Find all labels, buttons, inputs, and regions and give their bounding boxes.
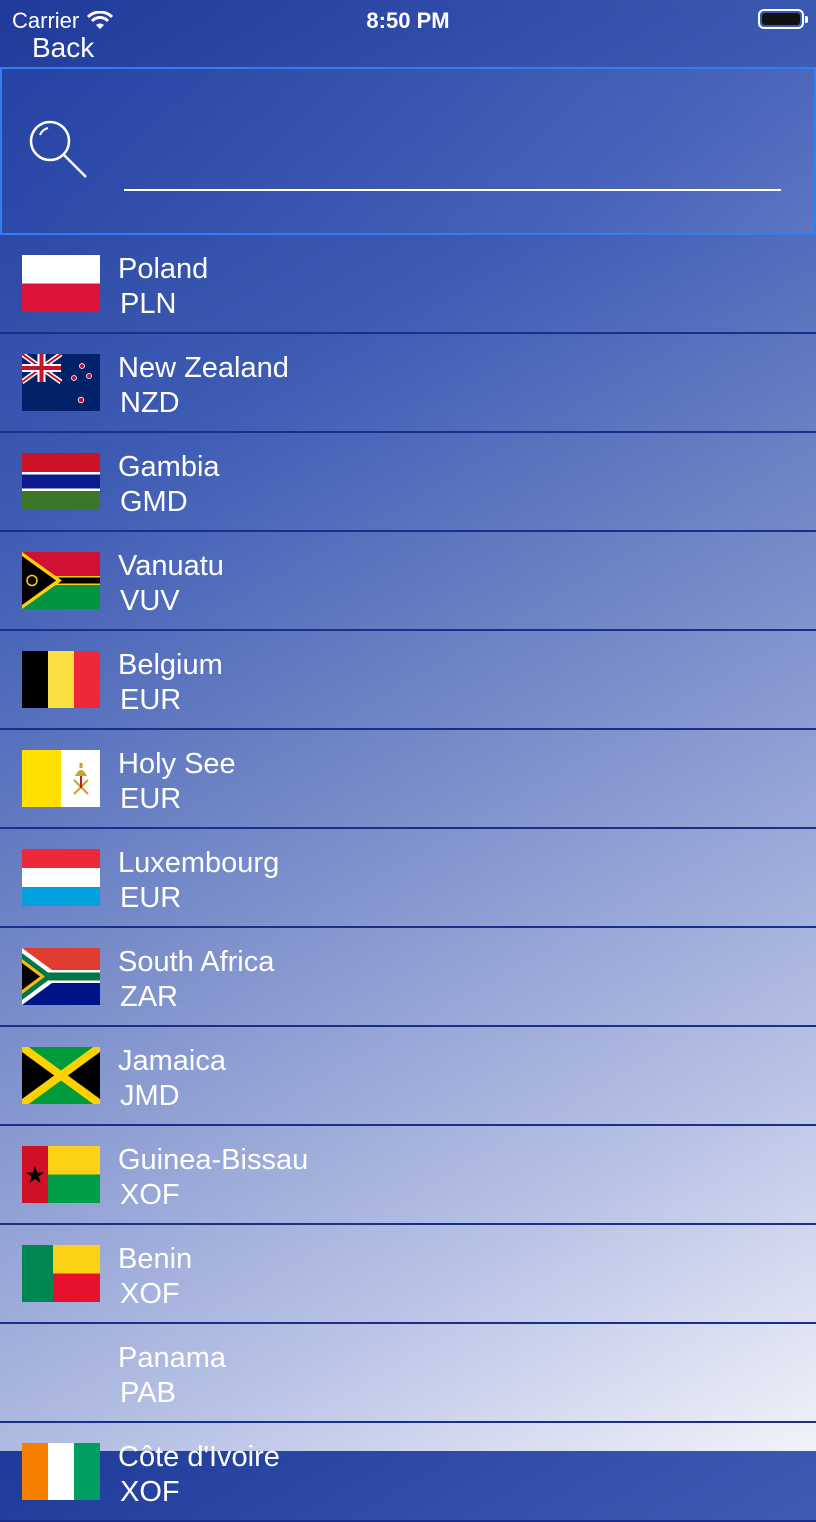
country-name: Holy See: [118, 748, 236, 780]
south-africa-flag-icon: [22, 948, 100, 1005]
list-item[interactable]: Holy See EUR: [0, 730, 816, 829]
list-item[interactable]: Benin XOF: [0, 1225, 816, 1324]
currency-code: NZD: [120, 387, 180, 419]
search-bar: [0, 67, 816, 235]
list-item[interactable]: Côte d'Ivoire XOF: [0, 1423, 816, 1522]
country-name: Panama: [118, 1342, 227, 1374]
status-bar: Carrier 8:50 PM: [0, 0, 816, 40]
search-input-underline: [124, 154, 785, 191]
list-item[interactable]: Vanuatu VUV: [0, 532, 816, 631]
list-item[interactable]: Guinea-Bissau XOF: [0, 1126, 816, 1225]
country-name: South Africa: [118, 946, 275, 978]
country-name: Benin: [118, 1243, 193, 1275]
jamaica-flag-icon: [22, 1047, 100, 1104]
country-name: Côte d'Ivoire: [118, 1441, 280, 1473]
currency-code: VUV: [120, 585, 180, 617]
country-name: Vanuatu: [118, 550, 224, 582]
search-icon[interactable]: [26, 119, 90, 183]
country-name: New Zealand: [118, 352, 289, 384]
currency-code: PAB: [120, 1377, 176, 1409]
list-item[interactable]: Jamaica JMD: [0, 1027, 816, 1126]
country-name: Luxembourg: [118, 847, 280, 879]
vanuatu-flag-icon: [22, 552, 100, 609]
currency-code: ZAR: [120, 981, 178, 1013]
list-item[interactable]: Gambia GMD: [0, 433, 816, 532]
currency-code: PLN: [120, 288, 177, 320]
list-item[interactable]: Luxembourg EUR: [0, 829, 816, 928]
currency-code: EUR: [120, 783, 182, 815]
list-item[interactable]: Belgium EUR: [0, 631, 816, 730]
country-name: Poland: [118, 253, 209, 285]
country-list: Poland PLN New Zealand NZD Gambia GMD Va…: [0, 235, 816, 1522]
country-name: Jamaica: [118, 1045, 226, 1077]
currency-code: EUR: [120, 882, 182, 914]
guinea-bissau-flag-icon: [22, 1146, 100, 1203]
country-name: Guinea-Bissau: [118, 1144, 309, 1176]
luxembourg-flag-icon: [22, 849, 100, 906]
belgium-flag-icon: [22, 651, 100, 708]
list-item[interactable]: New Zealand NZD: [0, 334, 816, 433]
search-input[interactable]: [124, 154, 785, 187]
country-name: Belgium: [118, 649, 223, 681]
cote-divoire-flag-icon: [22, 1443, 100, 1500]
currency-code: XOF: [120, 1476, 180, 1508]
currency-code: EUR: [120, 684, 182, 716]
list-item[interactable]: Poland PLN: [0, 235, 816, 334]
benin-flag-icon: [22, 1245, 100, 1302]
new-zealand-flag-icon: [22, 354, 100, 411]
currency-code: JMD: [120, 1080, 180, 1112]
battery-icon: [758, 9, 808, 29]
back-button[interactable]: Back: [32, 32, 94, 64]
currency-code: GMD: [120, 486, 188, 518]
list-item[interactable]: Panama PAB: [0, 1324, 816, 1423]
poland-flag-icon: [22, 255, 100, 312]
currency-code: XOF: [120, 1278, 180, 1310]
currency-code: XOF: [120, 1179, 180, 1211]
list-item[interactable]: South Africa ZAR: [0, 928, 816, 1027]
holy-see-flag-icon: [22, 750, 100, 807]
gambia-flag-icon: [22, 453, 100, 510]
clock: 8:50 PM: [366, 8, 450, 33]
country-name: Gambia: [118, 451, 220, 483]
